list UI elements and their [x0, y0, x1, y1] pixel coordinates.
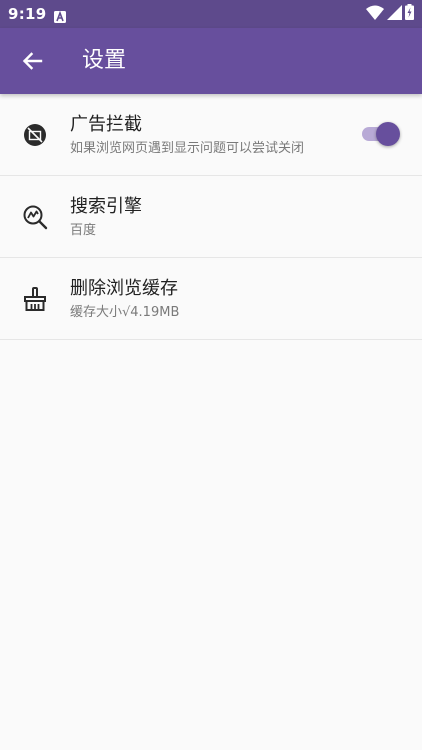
cache-size-label: 缓存大小√4.19MB — [70, 305, 180, 320]
setting-ad-block[interactable]: 广告拦截 如果浏览网页遇到显示问题可以尝试关闭 — [0, 94, 422, 176]
arrow-back-icon — [22, 52, 43, 70]
search-engine-icon — [22, 204, 48, 230]
settings-screen: 9:19 设置 广告拦截 如果浏览网页遇到显示问题可以尝试关闭 搜索引擎 百度 … — [0, 0, 422, 750]
status-bar: 9:19 — [0, 0, 422, 28]
search-engine-value: 百度 — [70, 223, 97, 238]
search-engine-title: 搜索引擎 — [70, 196, 142, 217]
settings-list: 广告拦截 如果浏览网页遇到显示问题可以尝试关闭 搜索引擎 百度 删除浏览缓存 缓… — [0, 94, 422, 340]
battery-charging-icon — [405, 4, 414, 24]
setting-clear-cache[interactable]: 删除浏览缓存 缓存大小√4.19MB — [0, 258, 422, 340]
signal-icon — [387, 4, 402, 24]
system-icons — [366, 4, 414, 24]
ad-block-title: 广告拦截 — [70, 114, 142, 135]
page-title: 设置 — [82, 48, 127, 73]
setting-search-engine[interactable]: 搜索引擎 百度 — [0, 176, 422, 258]
app-bar: 设置 — [0, 28, 422, 94]
toggle-thumb — [376, 122, 400, 146]
ad-block-icon — [22, 122, 48, 148]
back-button[interactable] — [12, 41, 52, 81]
broom-icon — [22, 286, 48, 312]
ad-block-toggle[interactable] — [360, 121, 400, 147]
ad-block-subtitle: 如果浏览网页遇到显示问题可以尝试关闭 — [70, 141, 305, 156]
clear-cache-title: 删除浏览缓存 — [70, 278, 178, 299]
a-notification-icon — [54, 8, 66, 23]
status-time: 9:19 — [8, 5, 47, 23]
wifi-icon — [366, 5, 384, 24]
